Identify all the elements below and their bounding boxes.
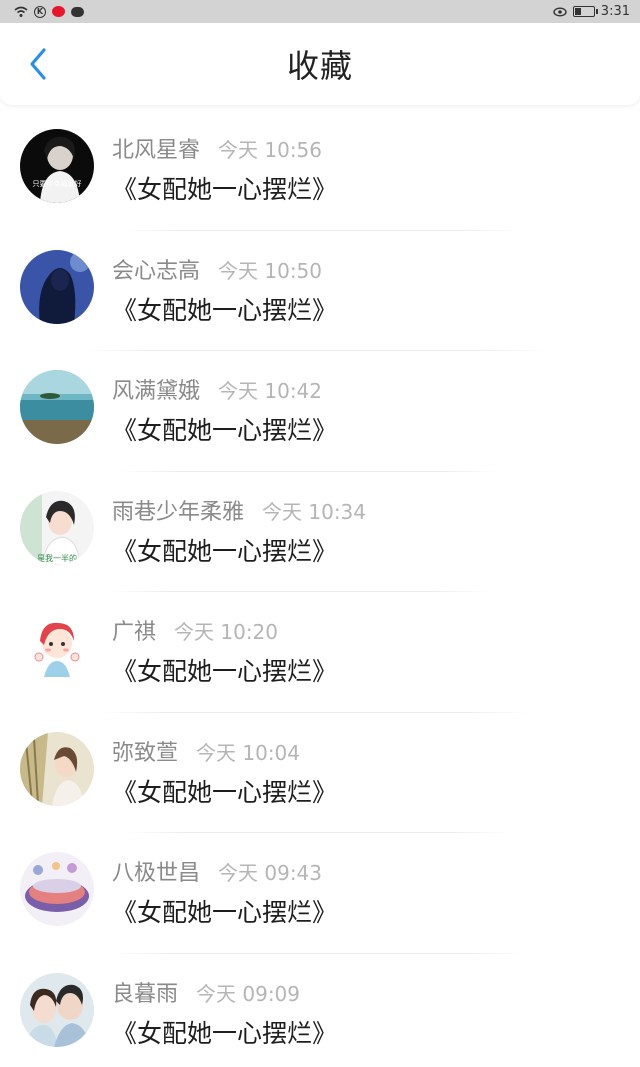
- avatar-caption: 是我一半的: [37, 553, 77, 563]
- item-text: 良暮雨 今天 09:09 《女配她一心摆烂》: [112, 976, 620, 1050]
- list-item[interactable]: 广祺 今天 10:20 《女配她一心摆烂》: [0, 592, 640, 713]
- book-title[interactable]: 《女配她一心摆烂》: [112, 532, 620, 568]
- list-item[interactable]: 只要你幸福就好 北风星睿 今天 10:56 《女配她一心摆烂》: [0, 110, 640, 231]
- eye-icon: [553, 5, 567, 19]
- status-bar: K 3:31: [0, 0, 640, 23]
- favorites-page: K 3:31 收藏 只要你幸福就好 北风星睿 今天 10:56 《女配她一心摆烂…: [0, 0, 640, 1067]
- weibo-icon: [52, 6, 65, 17]
- avatar[interactable]: [20, 852, 94, 926]
- avatar-caption: 只要你幸福就好: [33, 179, 82, 188]
- item-text: 风满黛娥 今天 10:42 《女配她一心摆烂》: [112, 373, 620, 447]
- list-item[interactable]: 是我一半的 雨巷少年柔雅 今天 10:34 《女配她一心摆烂》: [0, 472, 640, 592]
- wechat-icon: [71, 6, 84, 17]
- book-title[interactable]: 《女配她一心摆烂》: [112, 652, 620, 688]
- battery-icon: [572, 6, 598, 17]
- timestamp: 今天 10:34: [262, 499, 367, 524]
- timestamp: 今天 09:43: [218, 861, 323, 885]
- avatar[interactable]: 是我一半的: [20, 490, 94, 565]
- user-name[interactable]: 广祺: [112, 614, 156, 646]
- chevron-left-icon: [30, 48, 46, 80]
- book-title[interactable]: 《女配她一心摆烂》: [112, 411, 620, 447]
- user-name[interactable]: 雨巷少年柔雅: [112, 494, 244, 526]
- book-title[interactable]: 《女配她一心摆烂》: [112, 773, 620, 809]
- favorites-list: 只要你幸福就好 北风星睿 今天 10:56 《女配她一心摆烂》 会心志高 今天 …: [0, 110, 640, 1067]
- user-name[interactable]: 八极世昌: [112, 855, 200, 887]
- timestamp: 今天 10:56: [218, 138, 323, 162]
- timestamp: 今天 10:42: [218, 379, 323, 403]
- user-name[interactable]: 良暮雨: [112, 976, 178, 1008]
- page-title: 收藏: [286, 47, 353, 85]
- item-text: 广祺 今天 10:20 《女配她一心摆烂》: [112, 614, 620, 688]
- avatar[interactable]: [20, 731, 94, 806]
- item-text: 北风星睿 今天 10:56 《女配她一心摆烂》: [112, 132, 620, 206]
- timestamp: 今天 10:20: [174, 620, 279, 644]
- user-name[interactable]: 会心志高: [112, 253, 200, 285]
- user-name[interactable]: 弥致萱: [112, 735, 178, 767]
- list-item[interactable]: 八极世昌 今天 09:43 《女配她一心摆烂》: [0, 833, 640, 954]
- avatar[interactable]: [20, 370, 94, 444]
- book-title[interactable]: 《女配她一心摆烂》: [112, 893, 620, 929]
- status-bar-left: K: [14, 5, 84, 19]
- avatar[interactable]: [20, 611, 94, 685]
- book-title[interactable]: 《女配她一心摆烂》: [112, 1014, 620, 1050]
- user-name[interactable]: 北风星睿: [112, 132, 200, 164]
- item-text: 会心志高 今天 10:50 《女配她一心摆烂》: [112, 253, 620, 327]
- item-text: 八极世昌 今天 09:43 《女配她一心摆烂》: [112, 855, 620, 929]
- back-button[interactable]: [18, 39, 58, 89]
- timestamp: 今天 09:09: [196, 981, 301, 1006]
- book-title[interactable]: 《女配她一心摆烂》: [112, 291, 620, 327]
- timestamp: 今天 10:50: [218, 258, 323, 283]
- item-text: 弥致萱 今天 10:04 《女配她一心摆烂》: [112, 735, 620, 809]
- k-icon: K: [34, 5, 46, 18]
- status-bar-right: 3:31: [553, 4, 630, 19]
- list-item[interactable]: 弥致萱 今天 10:04 《女配她一心摆烂》: [0, 713, 640, 833]
- wifi-icon: [14, 5, 28, 19]
- list-item[interactable]: 会心志高 今天 10:50 《女配她一心摆烂》: [0, 231, 640, 351]
- timestamp: 今天 10:04: [196, 740, 301, 765]
- book-title[interactable]: 《女配她一心摆烂》: [112, 170, 620, 206]
- item-text: 雨巷少年柔雅 今天 10:34 《女配她一心摆烂》: [112, 494, 620, 568]
- avatar[interactable]: 只要你幸福就好: [20, 129, 94, 203]
- list-item[interactable]: 风满黛娥 今天 10:42 《女配她一心摆烂》: [0, 351, 640, 472]
- header-bar: 收藏: [0, 23, 640, 105]
- avatar[interactable]: [20, 972, 94, 1047]
- list-item[interactable]: 良暮雨 今天 09:09 《女配她一心摆烂》: [0, 954, 640, 1067]
- avatar[interactable]: [20, 249, 94, 324]
- user-name[interactable]: 风满黛娥: [112, 373, 200, 405]
- status-time: 3:31: [600, 4, 630, 19]
